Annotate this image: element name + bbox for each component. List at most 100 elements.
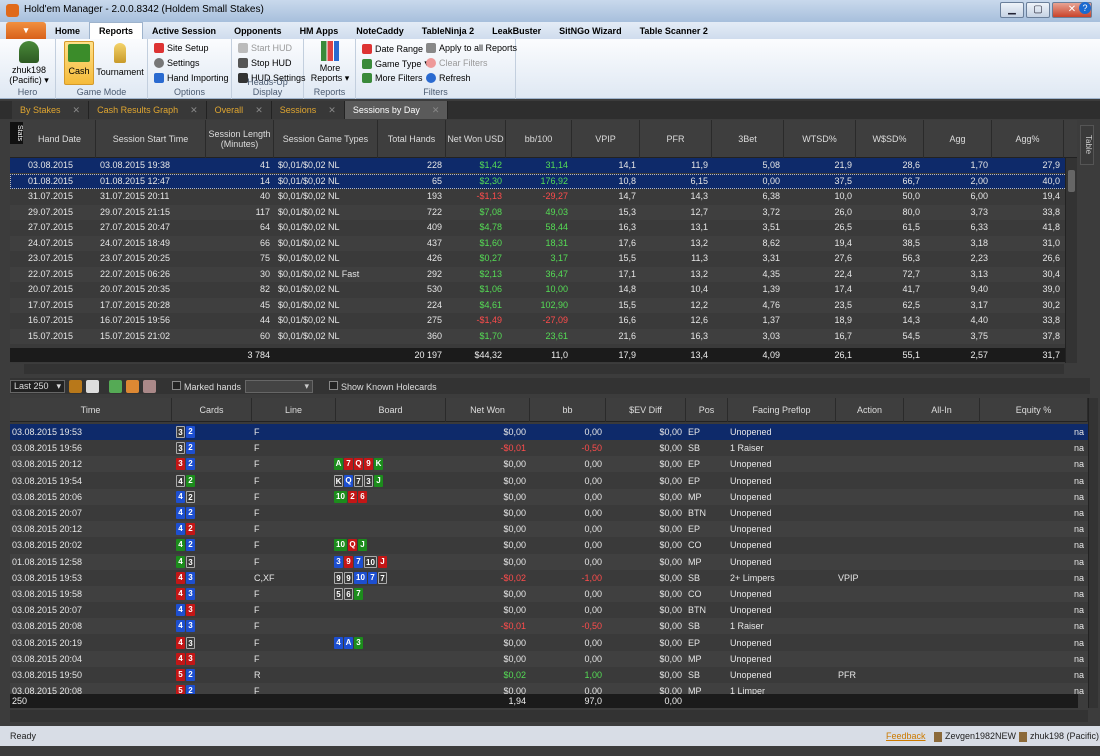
menu-tab-hm-apps[interactable]: HM Apps	[291, 26, 348, 36]
col-header-session-game-types[interactable]: Session Game Types	[274, 120, 378, 158]
hand-row[interactable]: 03.08.2015 19:53 3 2 F $0,00 0,00 $0,00 EP Unope…	[10, 424, 1090, 440]
show-known-holecards-toggle[interactable]: Show Known Holecards	[329, 380, 437, 392]
col-header-3bet[interactable]: 3Bet	[712, 120, 784, 158]
apply-all-reports-button[interactable]: Apply to all Reports	[426, 43, 517, 53]
hands-vertical-scrollbar[interactable]	[1088, 398, 1098, 708]
hand-row[interactable]: 03.08.2015 20:07 4 2 F $0,00 0,00 $0,00 BTN Unop…	[10, 505, 1090, 521]
session-row[interactable]: 22.07.2015 22.07.2015 06:26 30 $0,01/$0,02 …	[10, 266, 1077, 282]
col-header-hand-date[interactable]: Hand Date	[24, 120, 96, 158]
session-row[interactable]: 20.07.2015 20.07.2015 20:35 82 $0,01/$0,02 …	[10, 282, 1077, 297]
menu-tab-leakbuster[interactable]: LeakBuster	[483, 26, 550, 36]
session-row[interactable]: 31.07.2015 31.07.2015 20:11 40 $0,01/$0,02 …	[10, 189, 1077, 204]
settings-button[interactable]: Settings	[154, 58, 200, 68]
doc-tab-overall[interactable]: Overall ✕	[206, 101, 272, 119]
hand-row[interactable]: 03.08.2015 20:08 5 2 F $0,00 0,00 $0,00 MP 1 Lim…	[10, 683, 1090, 694]
show-known-checkbox[interactable]	[329, 380, 339, 390]
clear-filters-button[interactable]: Clear Filters	[426, 58, 488, 68]
rewind-icon[interactable]	[69, 379, 82, 393]
session-row[interactable]: 17.07.2015 17.07.2015 20:28 45 $0,01/$0,02 …	[10, 297, 1077, 313]
start-hud-button[interactable]: Start HUD	[238, 43, 292, 53]
hand-col-header-time[interactable]: Time	[10, 398, 172, 422]
close-tab-icon[interactable]: ✕	[432, 101, 440, 119]
menu-tab-home[interactable]: Home	[46, 26, 89, 36]
bar-chart-icon[interactable]	[126, 379, 139, 393]
menu-tab-table-scanner-2[interactable]: Table Scanner 2	[631, 26, 717, 36]
site-setup-button[interactable]: Site Setup	[154, 43, 209, 53]
hero-button[interactable]: zhuk198 (Pacific) ▾	[6, 41, 52, 85]
col-header-pfr[interactable]: PFR	[640, 120, 712, 158]
tournament-button[interactable]: Tournament	[96, 41, 144, 77]
cash-button[interactable]: Cash	[64, 41, 94, 85]
session-row[interactable]: 23.07.2015 23.07.2015 20:25 75 $0,01/$0,02 …	[10, 251, 1077, 266]
sessions-horizontal-scrollbar[interactable]	[24, 364, 1064, 374]
col-header-wtsd-[interactable]: WTSD%	[784, 120, 856, 158]
hand-col-header-cards[interactable]: Cards	[172, 398, 252, 422]
hand-row[interactable]: 03.08.2015 20:12 4 2 F $0,00 0,00 $0,00 EP Unope…	[10, 521, 1090, 538]
menu-tab-tableninja-2[interactable]: TableNinja 2	[413, 26, 483, 36]
session-row[interactable]: 01.08.2015 01.08.2015 12:47 14 $0,01/$0,02 …	[10, 173, 1077, 189]
menu-tab-opponents[interactable]: Opponents	[225, 26, 291, 36]
hand-row[interactable]: 03.08.2015 20:08 4 3 F -$0,01 -0,50 $0,00 SB 1 R…	[10, 618, 1090, 635]
session-row[interactable]: 03.08.2015 03.08.2015 19:38 41 $0,01/$0,02 …	[10, 158, 1077, 173]
help-icon[interactable]: ?	[1079, 2, 1091, 14]
replay-icon[interactable]	[86, 379, 99, 393]
hand-row[interactable]: 01.08.2015 12:58 4 3 F 3 9 7 10 J $0,00 0,00 $0,00 M…	[10, 553, 1090, 570]
hand-row[interactable]: 03.08.2015 20:07 4 3 F $0,00 0,00 $0,00 BTN Unop…	[10, 602, 1090, 618]
hand-col-header-net-won[interactable]: Net Won	[446, 398, 530, 422]
scroll-thumb[interactable]	[1068, 170, 1075, 192]
app-menu-button[interactable]: ▾	[6, 22, 46, 39]
hand-col-header-facing-preflop[interactable]: Facing Preflop	[728, 398, 836, 422]
col-header-agg[interactable]: Agg	[924, 120, 992, 158]
hourglass-icon[interactable]	[143, 379, 156, 393]
session-row[interactable]: 16.07.2015 16.07.2015 19:56 44 $0,01/$0,02 …	[10, 313, 1077, 328]
menu-tab-reports[interactable]: Reports	[89, 22, 144, 39]
hand-col-header-all-in[interactable]: All-In	[904, 398, 980, 422]
hand-row[interactable]: 03.08.2015 19:56 3 2 F -$0,01 -0,50 $0,00 SB 1 R…	[10, 440, 1090, 456]
doc-tab-cash-results-graph[interactable]: Cash Results Graph ✕	[89, 101, 207, 119]
menu-tab-active-session[interactable]: Active Session	[143, 26, 225, 36]
hand-col-header-pos[interactable]: Pos	[686, 398, 728, 422]
maximize-button[interactable]: ▢	[1026, 2, 1050, 18]
feedback-link[interactable]: Feedback	[886, 726, 926, 746]
close-tab-icon[interactable]: ✕	[190, 101, 198, 119]
more-reports-button[interactable]: More Reports ▾	[310, 41, 350, 83]
menu-tab-notecaddy[interactable]: NoteCaddy	[347, 26, 413, 36]
hand-row[interactable]: 03.08.2015 20:02 4 2 F 10 Q J $0,00 0,00 $0,00 CO U…	[10, 537, 1090, 553]
marked-hands-dropdown[interactable]	[245, 379, 314, 393]
hands-horizontal-scrollbar[interactable]	[10, 710, 1088, 722]
col-header-vpip[interactable]: VPIP	[572, 120, 640, 158]
col-header-session-start-time[interactable]: Session Start Time	[96, 120, 206, 158]
col-header-net-won-usd[interactable]: Net Won USD	[446, 120, 506, 158]
hand-col-header-board[interactable]: Board	[336, 398, 446, 422]
doc-tab-by-stakes[interactable]: By Stakes ✕	[12, 101, 90, 119]
stop-hud-button[interactable]: Stop HUD	[238, 58, 292, 68]
col-header-session-length-minutes-[interactable]: Session Length (Minutes)	[206, 120, 274, 158]
doc-tab-sessions[interactable]: Sessions ✕	[271, 101, 345, 119]
marked-hands-toggle[interactable]: Marked hands	[172, 380, 241, 392]
doc-tab-sessions-by-day[interactable]: Sessions by Day ✕	[344, 101, 449, 119]
hand-col-header--ev-diff[interactable]: $EV Diff	[606, 398, 686, 422]
session-row[interactable]: 29.07.2015 29.07.2015 21:15 117 $0,01/$0,02…	[10, 204, 1077, 220]
hand-row[interactable]: 03.08.2015 20:19 4 3 F 4 A 3 $0,00 0,00 $0,00 EP Un…	[10, 635, 1090, 651]
marked-hands-checkbox[interactable]	[172, 380, 181, 390]
hand-col-header-line[interactable]: Line	[252, 398, 336, 422]
refresh-button[interactable]: Refresh	[426, 73, 471, 83]
minimize-button[interactable]: ▁	[1000, 2, 1024, 18]
more-filters-button[interactable]: More Filters	[362, 73, 423, 83]
hand-col-header-action[interactable]: Action	[836, 398, 904, 422]
stats-side-tab[interactable]: Stats	[10, 122, 23, 144]
hand-limit-select[interactable]: Last 250	[10, 379, 65, 393]
menu-tab-sitngo-wizard[interactable]: SitNGo Wizard	[550, 26, 630, 36]
hand-row[interactable]: 03.08.2015 20:12 3 2 F A 7 Q 9 K $0,00 0,00 $0,00 EP…	[10, 456, 1090, 473]
hand-row[interactable]: 03.08.2015 19:58 4 3 F 5 6 7 $0,00 0,00 $0,00 CO Un…	[10, 586, 1090, 602]
hand-row[interactable]: 03.08.2015 20:04 4 3 F $0,00 0,00 $0,00 MP Unope…	[10, 650, 1090, 667]
session-row[interactable]: 27.07.2015 27.07.2015 20:47 64 $0,01/$0,02 …	[10, 220, 1077, 235]
col-header-agg-[interactable]: Agg%	[992, 120, 1064, 158]
col-header-bb-100[interactable]: bb/100	[506, 120, 572, 158]
sessions-vertical-scrollbar[interactable]	[1065, 158, 1077, 363]
hand-row[interactable]: 03.08.2015 20:06 4 2 F 10 2 6 $0,00 0,00 $0,00 MP U…	[10, 488, 1090, 505]
close-tab-icon[interactable]: ✕	[328, 101, 336, 119]
col-header-w-sd-[interactable]: W$SD%	[856, 120, 924, 158]
col-header-total-hands[interactable]: Total Hands	[378, 120, 446, 158]
hand-row[interactable]: 03.08.2015 19:50 5 2 R $0,02 1,00 $0,00 SB Unope…	[10, 667, 1090, 683]
